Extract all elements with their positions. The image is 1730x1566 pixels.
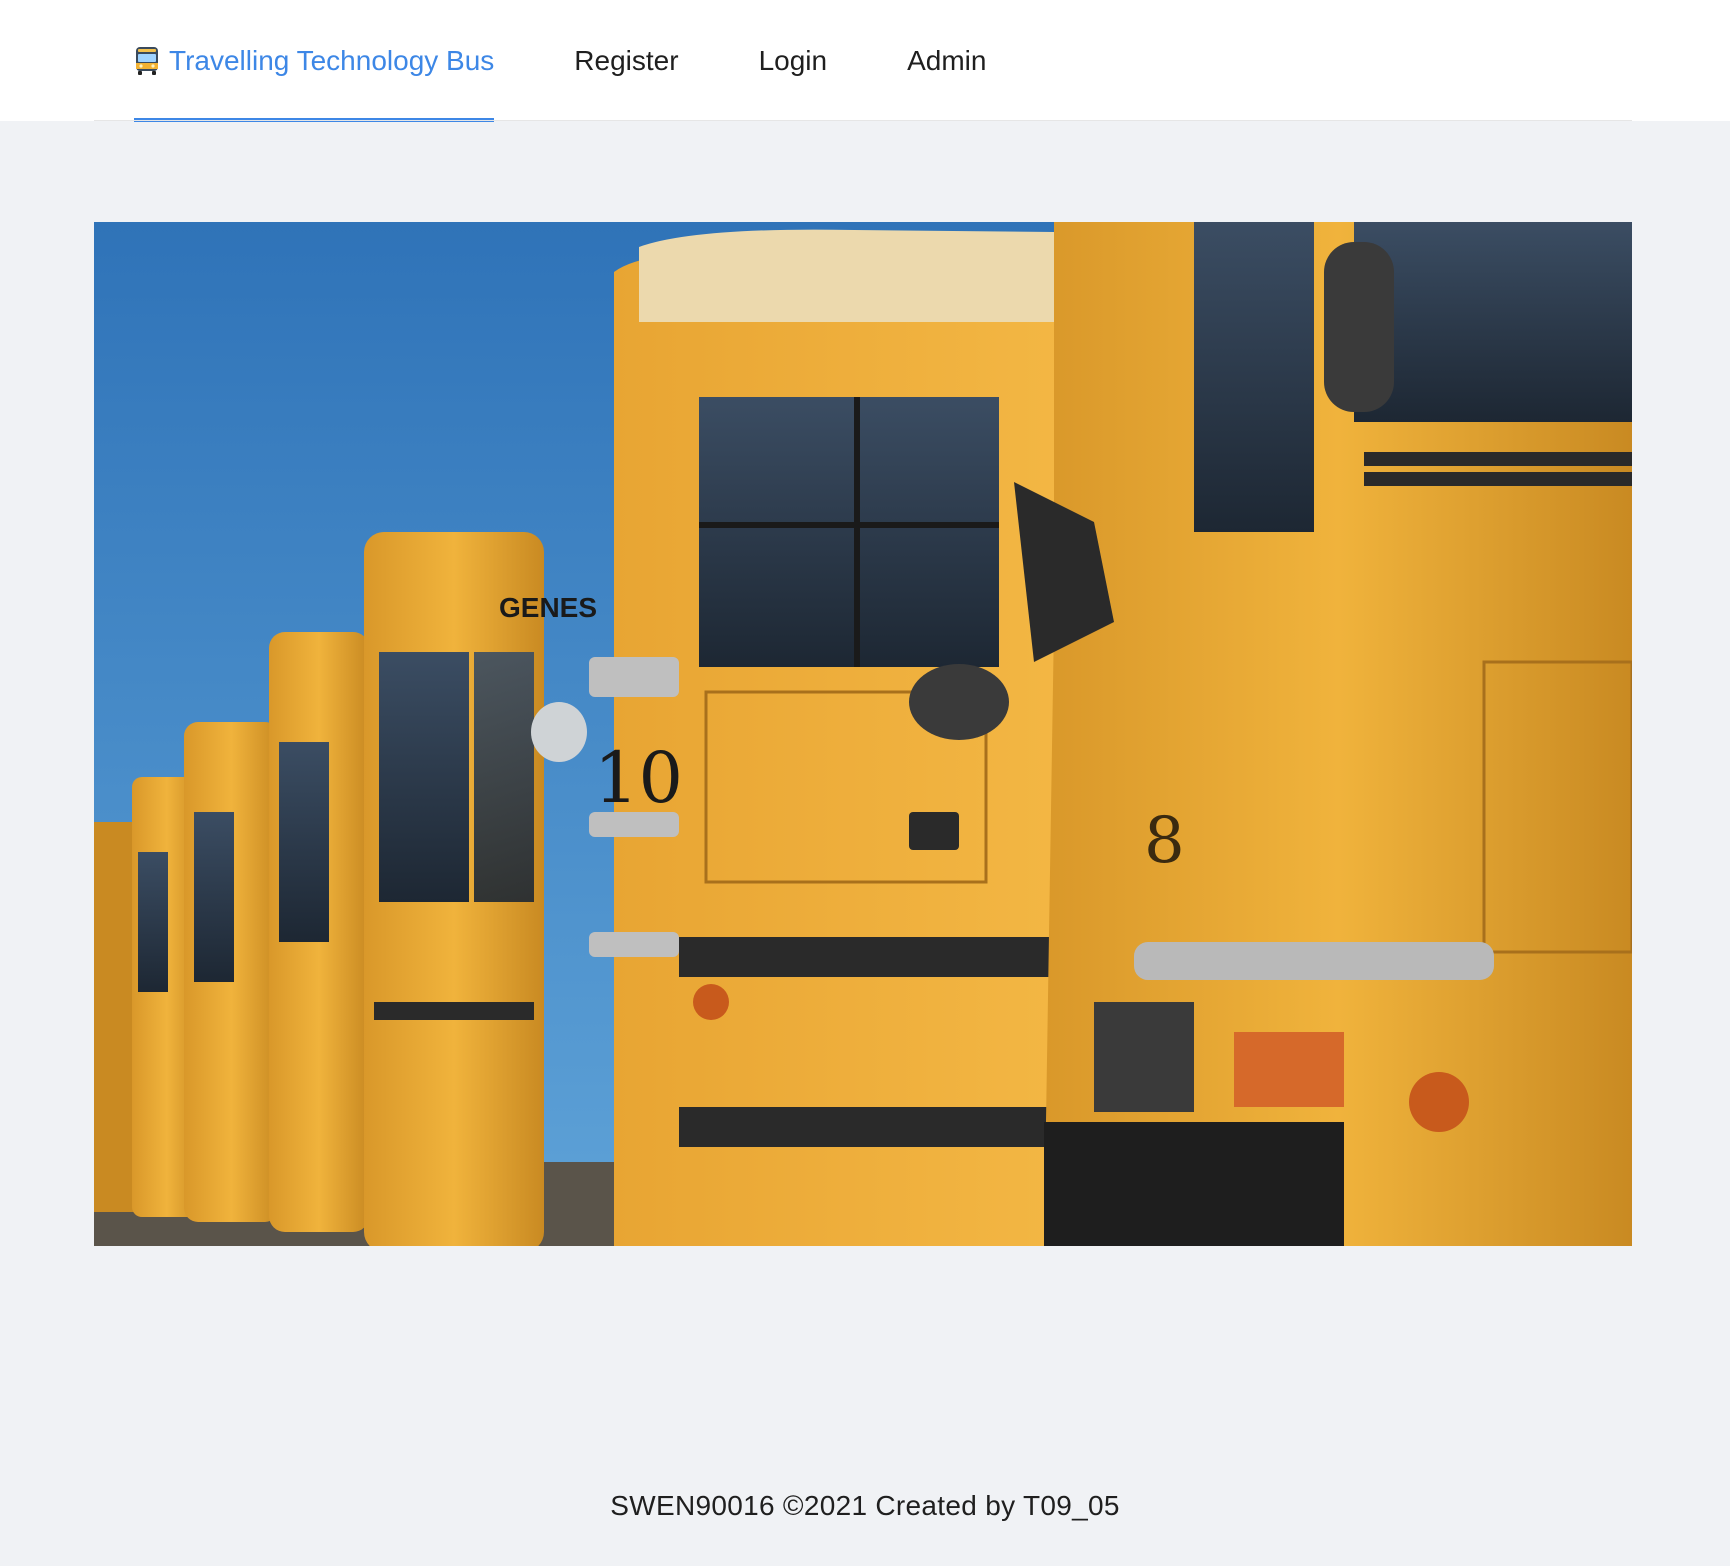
- header-bar: Travelling Technology Bus Register Login…: [0, 0, 1730, 122]
- bus-eight: 8: [1014, 222, 1632, 1246]
- footer-text: SWEN90016 ©2021 Created by T09_05: [610, 1490, 1120, 1521]
- bus-number-8: 8: [1144, 804, 1185, 878]
- school-buses-photo: 10 GENES 8: [94, 222, 1632, 1246]
- bus-icon: [134, 46, 160, 76]
- bus-number-10: 10: [594, 737, 683, 819]
- nav-login[interactable]: Login: [759, 0, 828, 121]
- hero-image: 10 GENES 8: [94, 222, 1632, 1246]
- header-divider: [94, 120, 1632, 121]
- nav-admin[interactable]: Admin: [907, 0, 986, 121]
- brand-label: Travelling Technology Bus: [169, 44, 495, 76]
- bus-brand-mark: GENES: [499, 592, 597, 623]
- nav-home-brand[interactable]: Travelling Technology Bus: [134, 0, 495, 122]
- nav-register[interactable]: Register: [574, 0, 678, 121]
- main-nav: Travelling Technology Bus Register Login…: [134, 0, 1066, 122]
